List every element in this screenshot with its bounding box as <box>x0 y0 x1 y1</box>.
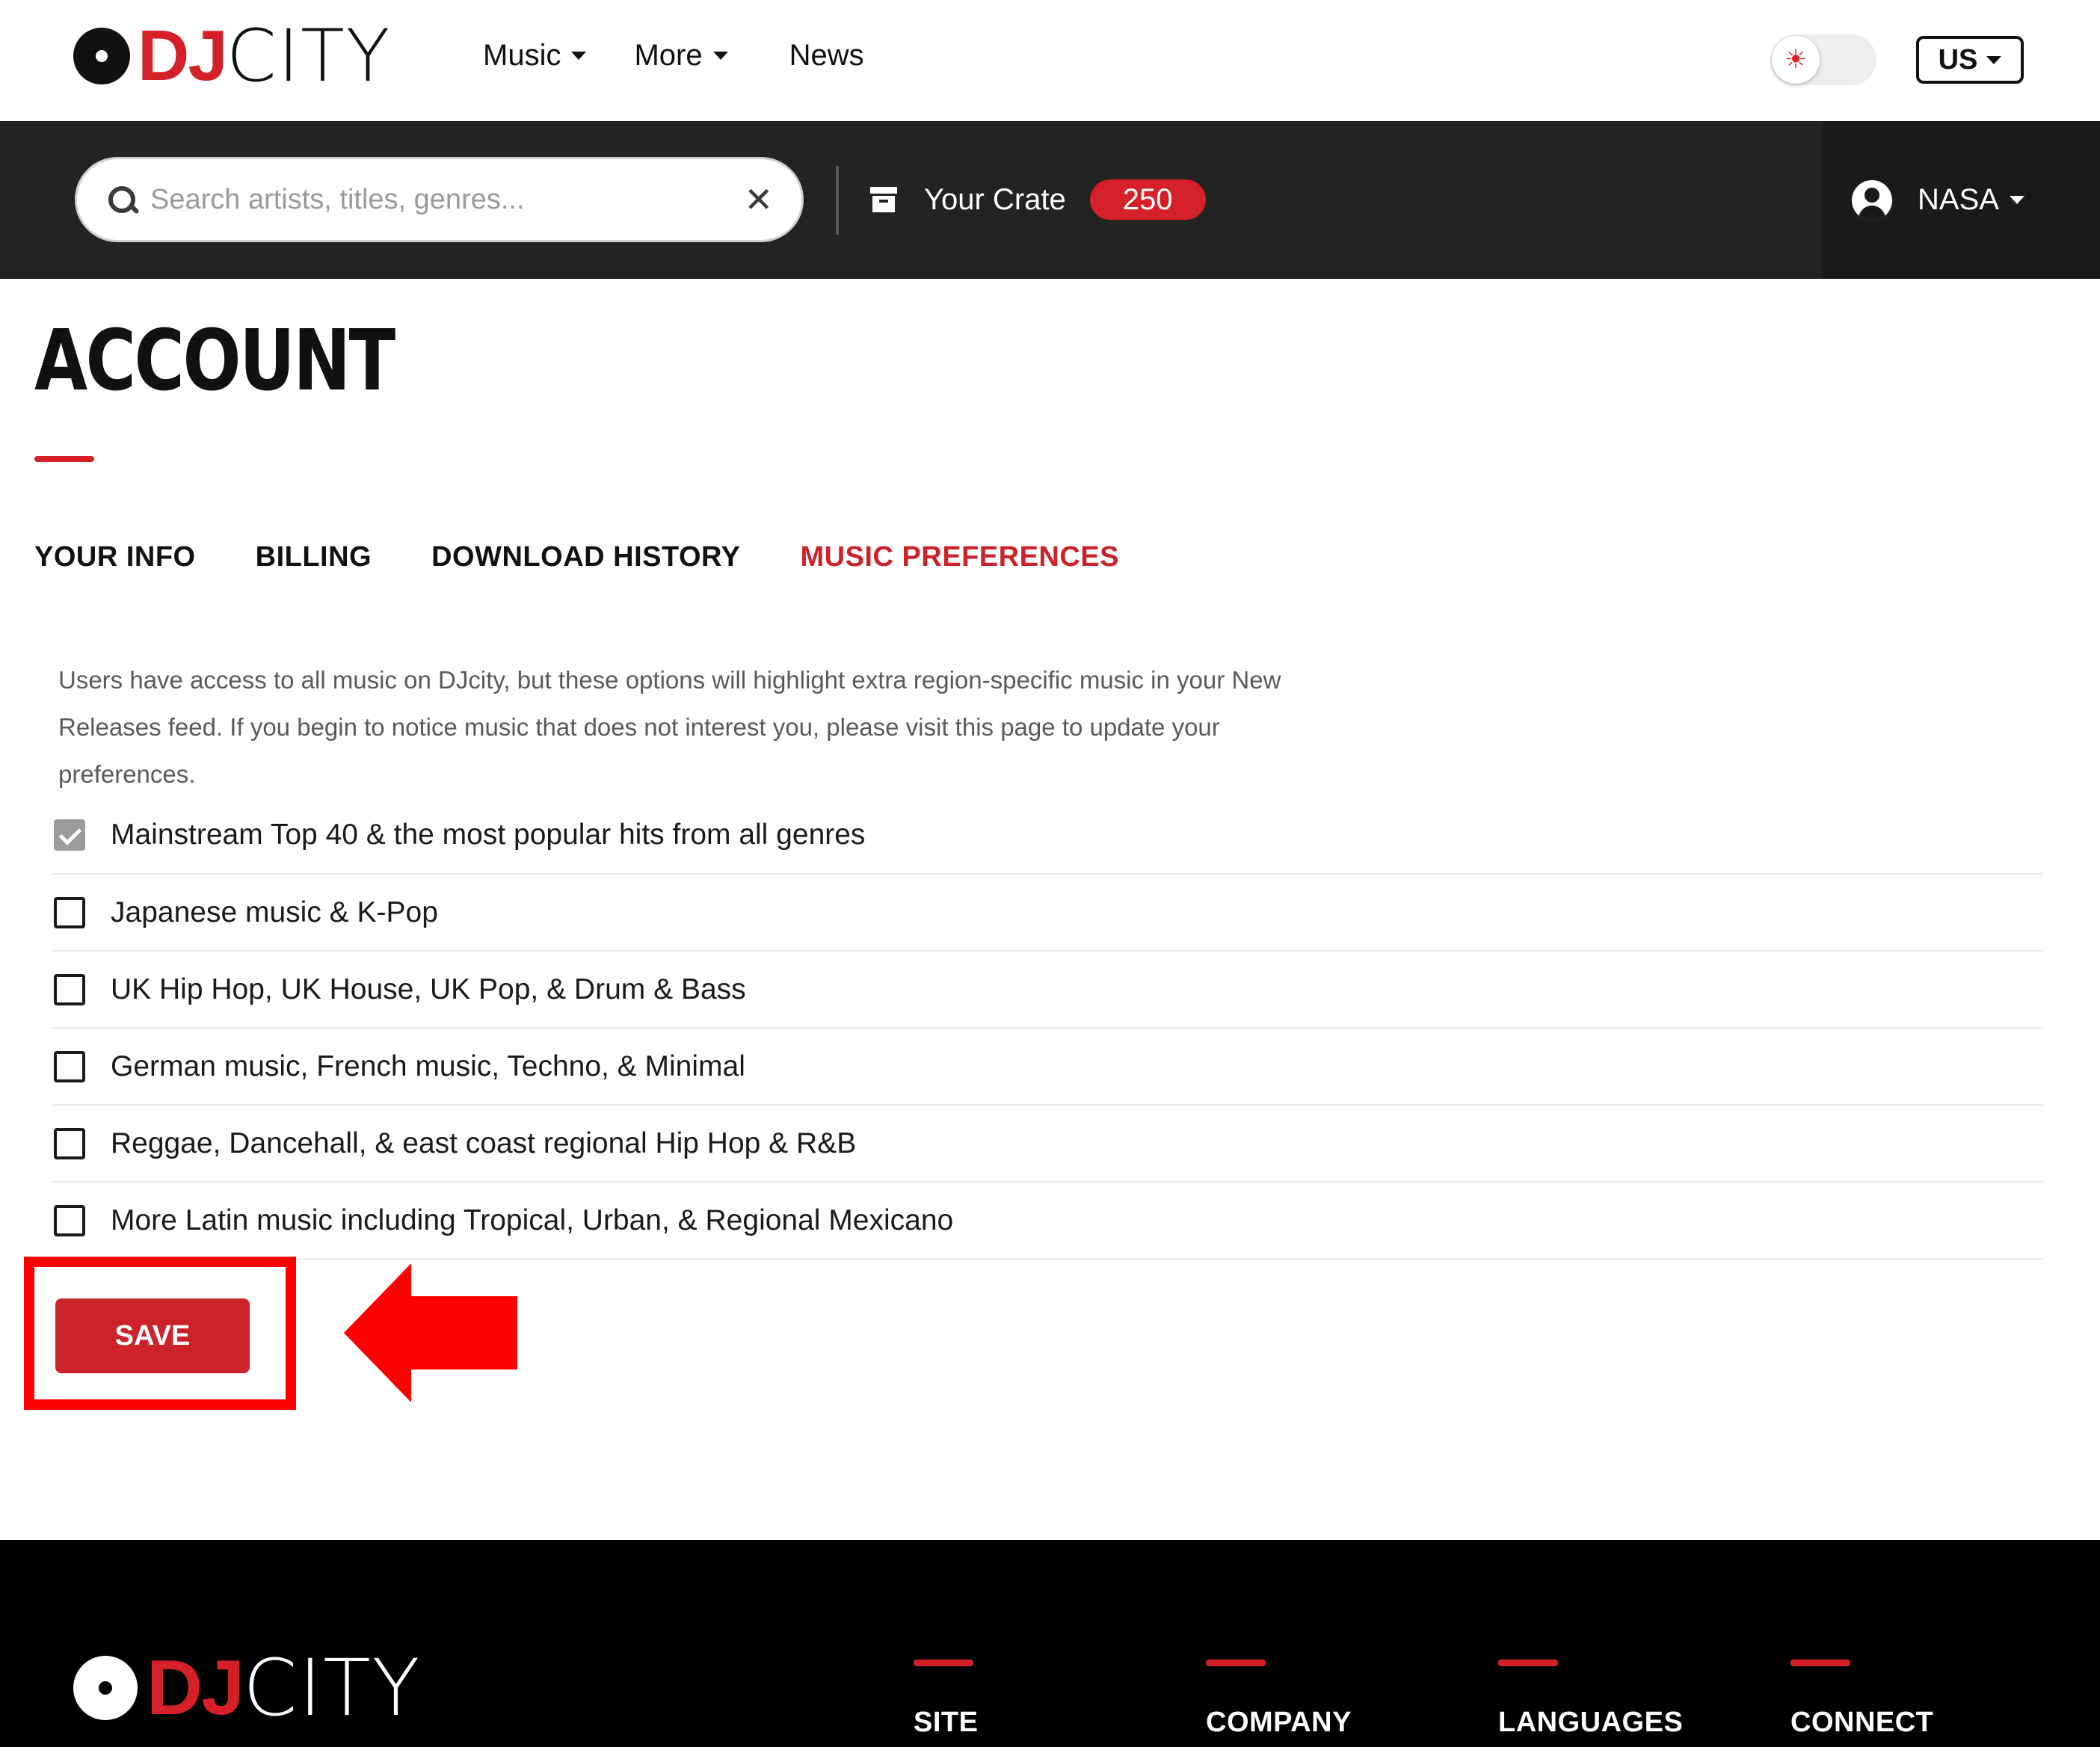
user-circle-icon <box>1852 179 1892 221</box>
checkbox-latin[interactable] <box>54 1204 85 1236</box>
option-label: German music, French music, Techno, & Mi… <box>111 1050 745 1082</box>
footer-col-languages: LANGUAGES <box>1498 1660 1683 1739</box>
user-menu[interactable]: NASA <box>1822 121 2100 279</box>
divider <box>836 166 839 235</box>
theme-toggle[interactable]: ☀ <box>1770 34 1876 85</box>
footer-col-bar <box>1498 1660 1558 1666</box>
preferences-list: Mainstream Top 40 & the most popular hit… <box>52 797 2042 1260</box>
search-input[interactable] <box>150 177 733 222</box>
checkbox-japanese-kpop[interactable] <box>54 896 85 928</box>
logo-city-text: CITY <box>226 14 392 98</box>
crate-label: Your Crate <box>924 182 1066 216</box>
title-underline <box>34 456 94 462</box>
search-box: ✕ <box>75 157 804 242</box>
logo-city-text: CITY <box>242 1642 422 1734</box>
footer-col-bar <box>1790 1660 1850 1666</box>
option-label: Japanese music & K-Pop <box>111 896 438 928</box>
close-icon[interactable]: ✕ <box>744 180 773 219</box>
account-tabs: YOUR INFO BILLING DOWNLOAD HISTORY MUSIC… <box>34 541 1179 573</box>
nav-news[interactable]: News <box>789 39 864 73</box>
nav-more[interactable]: More <box>634 39 728 73</box>
list-item: Mainstream Top 40 & the most popular hit… <box>52 797 2042 875</box>
tab-billing[interactable]: BILLING <box>256 541 372 573</box>
footer-col-bar <box>1206 1660 1266 1666</box>
checkbox-mainstream[interactable] <box>54 819 85 851</box>
list-item: More Latin music including Tropical, Urb… <box>52 1183 2042 1260</box>
footer-heading: COMPANY <box>1206 1707 1352 1738</box>
your-crate-link[interactable]: Your Crate 250 <box>870 179 1206 220</box>
nav-music[interactable]: Music <box>483 39 587 73</box>
left-arrow-icon <box>344 1263 517 1402</box>
crate-count-badge: 250 <box>1089 179 1206 220</box>
archive-box-icon <box>870 187 897 212</box>
footer-col-site: SITE <box>914 1660 978 1739</box>
search-bar: ✕ Your Crate 250 <box>0 121 2100 279</box>
chevron-down-icon <box>1986 55 2002 64</box>
nav-news-label: News <box>789 39 864 72</box>
footer: DJ CITY SITE COMPANY LANGUAGES CONNECT <box>0 1540 2100 1747</box>
search-icon <box>108 186 138 216</box>
footer-heading: SITE <box>914 1707 979 1738</box>
option-label: UK Hip Hop, UK House, UK Pop, & Drum & B… <box>111 973 746 1005</box>
option-label: Mainstream Top 40 & the most popular hit… <box>111 819 866 851</box>
vinyl-disc-icon <box>73 1656 138 1720</box>
logo-dj-text: DJ <box>147 1645 244 1731</box>
option-label: Reggae, Dancehall, & east coast regional… <box>111 1127 857 1159</box>
nav-music-label: Music <box>483 39 561 72</box>
footer-heading: CONNECT <box>1790 1707 1934 1738</box>
main-nav: Music More News <box>483 39 912 73</box>
chevron-down-icon <box>2009 196 2024 204</box>
sun-icon: ☀ <box>1772 36 1820 84</box>
footer-djcity-logo[interactable]: DJ CITY <box>73 1642 422 1734</box>
region-selector[interactable]: US <box>1916 36 2024 84</box>
logo-dj-text: DJ <box>138 16 228 96</box>
nav-more-label: More <box>634 39 703 72</box>
tab-music-preferences[interactable]: MUSIC PREFERENCES <box>800 541 1119 573</box>
list-item: Reggae, Dancehall, & east coast regional… <box>52 1106 2042 1183</box>
checkbox-german-french[interactable] <box>54 1050 85 1082</box>
list-item: Japanese music & K-Pop <box>52 875 2042 952</box>
chevron-down-icon <box>712 52 728 60</box>
save-button[interactable]: SAVE <box>55 1298 250 1373</box>
chevron-down-icon <box>571 52 587 60</box>
footer-col-company: COMPANY <box>1206 1660 1352 1739</box>
checkbox-reggae[interactable] <box>54 1127 85 1159</box>
djcity-logo[interactable]: DJ CITY <box>73 14 392 98</box>
option-label: More Latin music including Tropical, Urb… <box>111 1204 954 1236</box>
vinyl-disc-icon <box>73 28 130 84</box>
preferences-intro: Users have access to all music on DJcity… <box>58 666 1281 788</box>
top-header: DJ CITY Music More News ☀ US <box>0 0 2100 121</box>
list-item: UK Hip Hop, UK House, UK Pop, & Drum & B… <box>52 952 2042 1029</box>
user-name: NASA <box>1918 183 1999 216</box>
footer-col-bar <box>914 1660 973 1666</box>
checkbox-uk[interactable] <box>54 973 85 1005</box>
tab-your-info[interactable]: YOUR INFO <box>34 541 196 573</box>
tab-download-history[interactable]: DOWNLOAD HISTORY <box>431 541 740 573</box>
footer-col-connect: CONNECT <box>1790 1660 1933 1739</box>
footer-heading: LANGUAGES <box>1498 1707 1684 1738</box>
list-item: German music, French music, Techno, & Mi… <box>52 1029 2042 1106</box>
region-label: US <box>1938 43 1978 76</box>
page-title: ACCOUNT <box>34 312 395 410</box>
